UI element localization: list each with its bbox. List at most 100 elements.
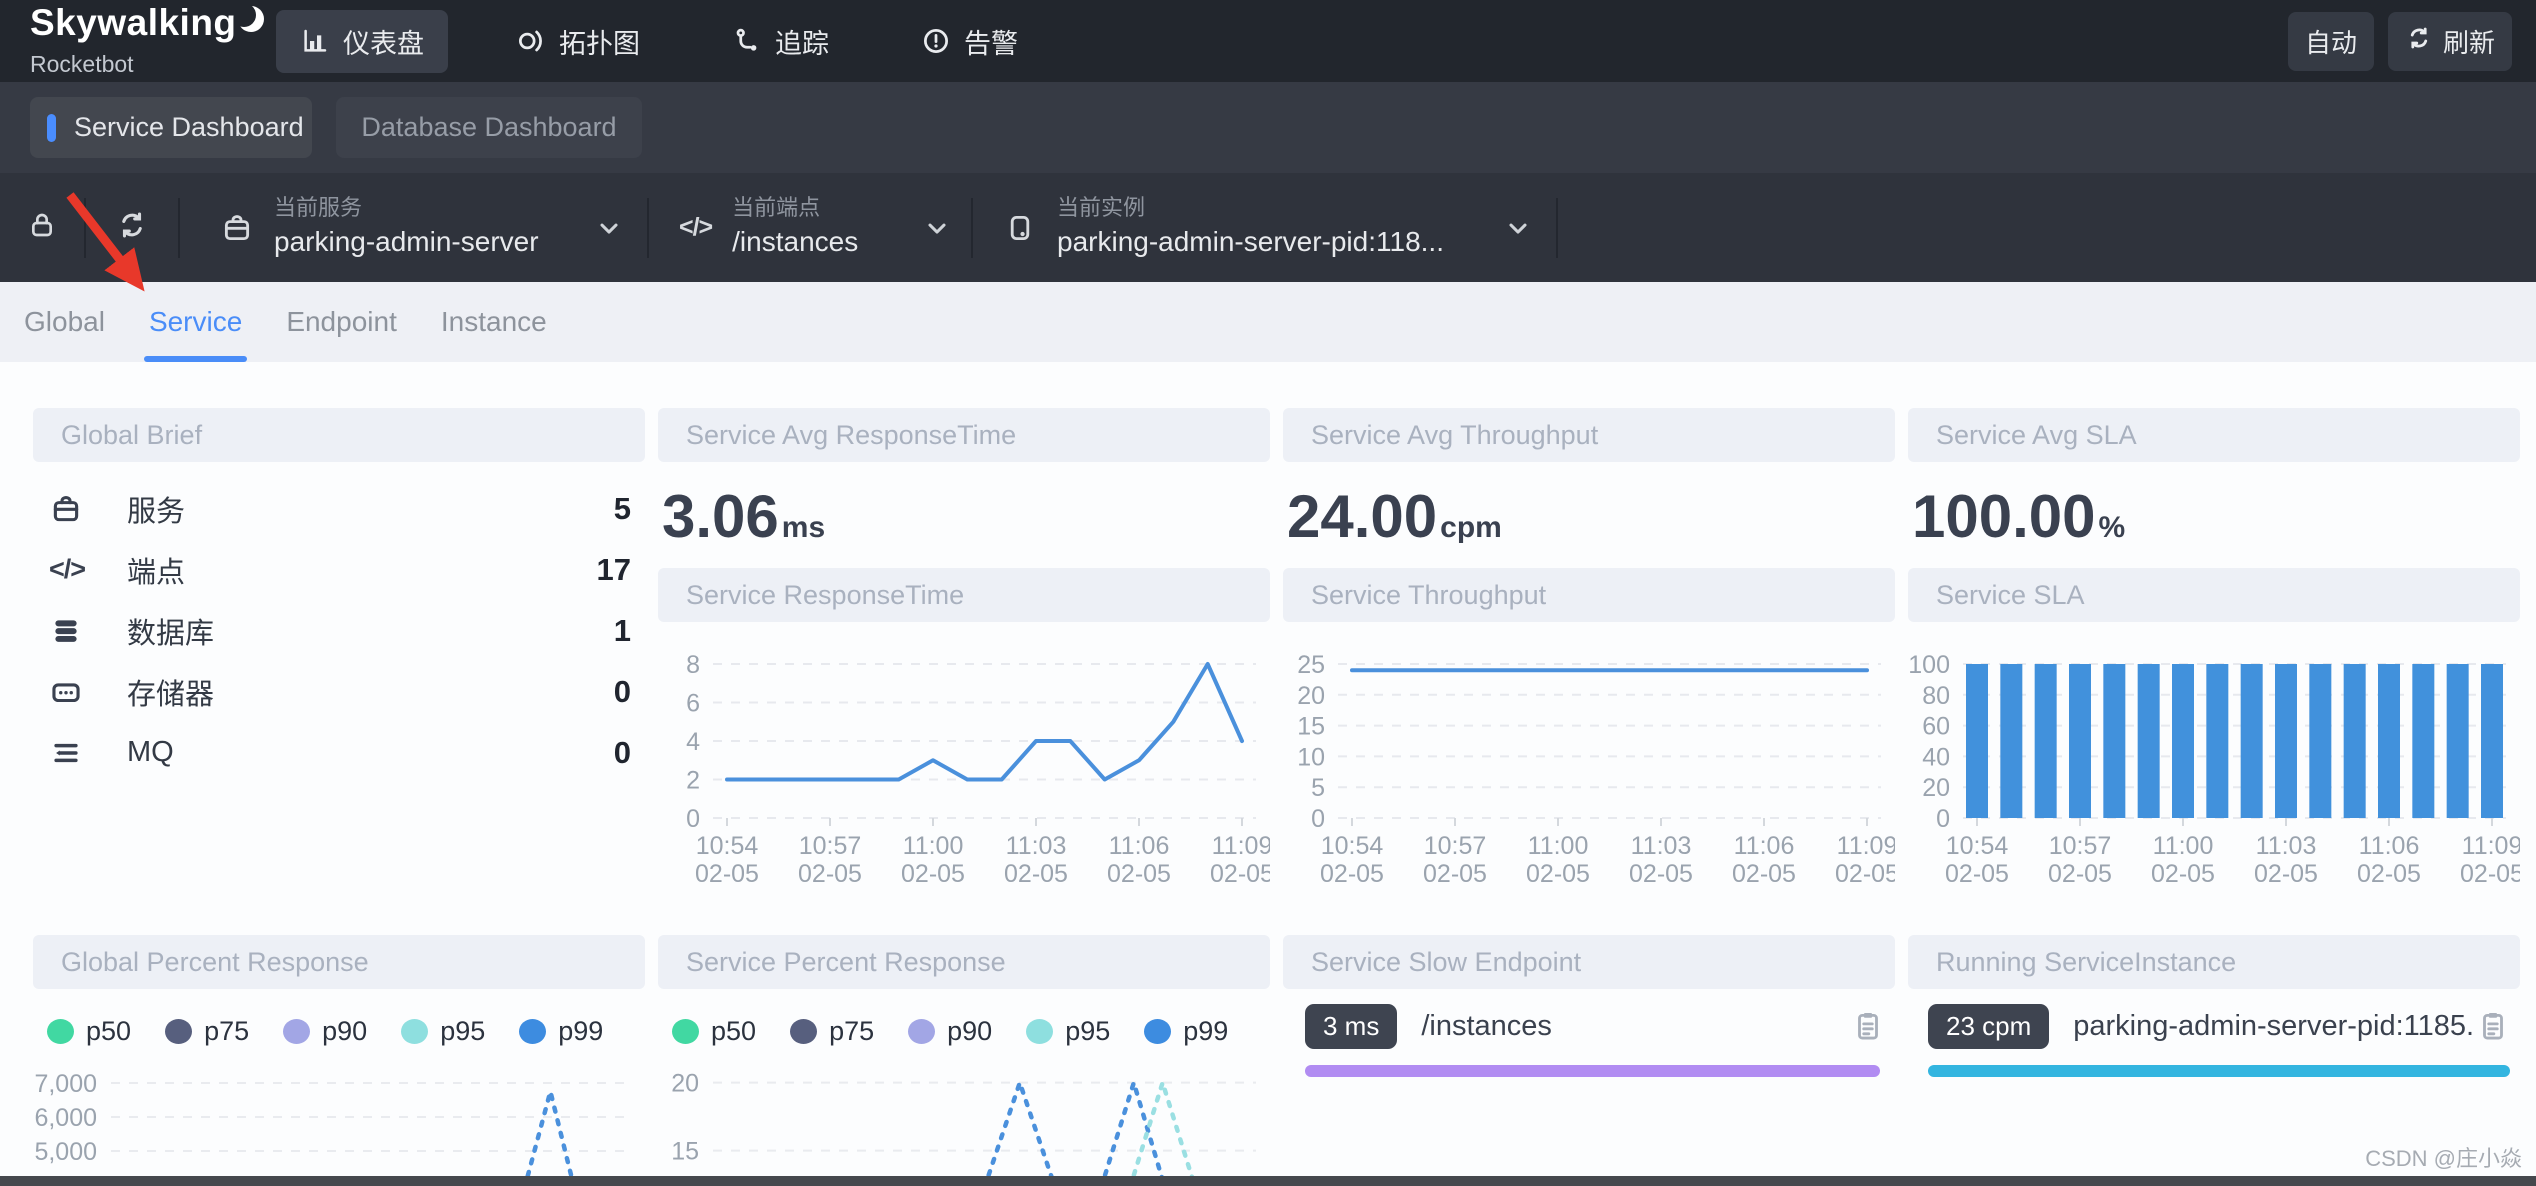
svg-text:02-05: 02-05 — [695, 860, 759, 888]
card-header: Service Avg SLA — [1908, 408, 2520, 462]
scope-tab-instance[interactable]: Instance — [441, 282, 547, 362]
svg-text:100: 100 — [1908, 651, 1950, 679]
refresh-icon — [2405, 24, 2433, 59]
svg-text:11:06: 11:06 — [1734, 832, 1795, 860]
service-throughput-card: Service Avg Throughput 24.00 cpm Service… — [1283, 408, 1895, 897]
selector-bar: 当前服务 parking-admin-server </> 当前端点 /inst… — [0, 173, 2536, 282]
instance-name: parking-admin-server-pid:1185... — [2073, 1010, 2476, 1043]
brand-logo[interactable]: Skywalking Rocketbot — [30, 4, 262, 78]
topology-icon — [516, 26, 546, 56]
svg-text:10:57: 10:57 — [2049, 832, 2112, 860]
card-header: Service Percent Response — [658, 935, 1270, 989]
svg-text:6: 6 — [686, 690, 700, 718]
slow-endpoint-row: 3 ms /instances — [1305, 1001, 1885, 1051]
legend-item-p75[interactable]: p75 — [790, 1016, 874, 1047]
svg-text:02-05: 02-05 — [1629, 860, 1693, 888]
refresh-icon — [115, 208, 149, 247]
card-header: Global Percent Response — [33, 935, 645, 989]
percentile-legend: p50 p75 p90 p95 p99 — [47, 1015, 645, 1047]
brief-row-endpoint: </> 端点 17 — [33, 539, 645, 600]
nav-item-trace[interactable]: 追踪 — [708, 10, 853, 73]
service-response-time-chart: 0246810:5402-0510:5702-0511:0002-0511:03… — [658, 632, 1270, 897]
auto-refresh-button[interactable]: 自动 — [2288, 12, 2374, 71]
cpm-badge: 23 cpm — [1928, 1004, 2049, 1049]
p75-dot — [790, 1019, 817, 1044]
chevron-down-icon[interactable] — [1504, 214, 1532, 242]
scope-tab-endpoint[interactable]: Endpoint — [286, 282, 397, 362]
scope-tab-global[interactable]: Global — [24, 282, 105, 362]
legend-item-p99[interactable]: p99 — [1144, 1016, 1228, 1047]
trace-icon — [732, 26, 762, 56]
p99-dot — [1144, 1019, 1171, 1044]
svg-text:10:54: 10:54 — [696, 832, 759, 860]
top-nav: Skywalking Rocketbot 仪表盘 拓扑图 追踪 告警 自动 刷新 — [0, 0, 2536, 82]
tab-database-dashboard[interactable]: Database Dashboard — [336, 97, 642, 158]
svg-text:02-05: 02-05 — [2357, 860, 2421, 888]
nav-item-topology[interactable]: 拓扑图 — [492, 10, 664, 73]
svg-text:5: 5 — [1311, 774, 1325, 802]
nav-item-alarm[interactable]: 告警 — [897, 10, 1042, 73]
brief-row-mq: MQ 0 — [33, 722, 645, 783]
svg-text:02-05: 02-05 — [798, 860, 862, 888]
legend-item-p75[interactable]: p75 — [165, 1016, 249, 1047]
lock-button[interactable] — [0, 173, 84, 282]
svg-text:8: 8 — [686, 651, 700, 679]
svg-text:25: 25 — [1297, 651, 1325, 679]
legend-item-p90[interactable]: p90 — [283, 1016, 367, 1047]
p95-dot — [401, 1019, 428, 1044]
brand-subtitle: Rocketbot — [30, 51, 262, 78]
running-instance-row: 23 cpm parking-admin-server-pid:1185... — [1928, 1001, 2510, 1051]
selector-value: /instances — [732, 223, 905, 261]
selector-label: 当前服务 — [274, 194, 577, 223]
svg-text:15: 15 — [671, 1138, 699, 1166]
percentile-legend: p50 p75 p90 p95 p99 — [672, 1015, 1270, 1047]
svg-text:11:09: 11:09 — [2462, 832, 2520, 860]
nav-item-label: 追踪 — [775, 22, 829, 61]
divider — [1556, 198, 1558, 258]
legend-item-p50[interactable]: p50 — [47, 1016, 131, 1047]
service-percent-response-chart: 2015 — [658, 1065, 1270, 1186]
avg-throughput-value: 24.00 cpm — [1287, 482, 1895, 558]
tab-label: Database Dashboard — [361, 112, 616, 143]
chevron-down-icon[interactable] — [595, 214, 623, 242]
clipboard-icon[interactable] — [2476, 1009, 2510, 1043]
brand-title: Skywalking — [30, 4, 237, 41]
legend-item-p90[interactable]: p90 — [908, 1016, 992, 1047]
current-endpoint-selector[interactable]: </> 当前端点 /instances — [649, 173, 971, 282]
svg-text:0: 0 — [686, 805, 700, 833]
selector-label: 当前实例 — [1057, 194, 1486, 223]
nav-item-label: 仪表盘 — [343, 22, 424, 61]
svg-text:60: 60 — [1922, 713, 1950, 741]
nav-actions: 自动 刷新 — [2288, 12, 2512, 71]
clipboard-icon[interactable] — [1851, 1009, 1885, 1043]
card-header: Service ResponseTime — [658, 568, 1270, 622]
p99-dot — [519, 1019, 546, 1044]
tab-service-dashboard[interactable]: Service Dashboard — [30, 97, 312, 158]
reload-selectors-button[interactable] — [86, 173, 178, 282]
svg-text:11:03: 11:03 — [2256, 832, 2317, 860]
service-throughput-chart: 051015202510:5402-0510:5702-0511:0002-05… — [1283, 632, 1895, 897]
global-brief-list: 服务 5 </> 端点 17 数据库 1 存储器 0 — [33, 478, 645, 783]
card-header: Service Avg Throughput — [1283, 408, 1895, 462]
current-instance-selector[interactable]: 当前实例 parking-admin-server-pid:118... — [973, 173, 1556, 282]
alarm-icon — [921, 26, 951, 56]
legend-item-p95[interactable]: p95 — [401, 1016, 485, 1047]
svg-text:11:09: 11:09 — [1837, 832, 1895, 860]
card-header: Service Avg ResponseTime — [658, 408, 1270, 462]
current-service-selector[interactable]: 当前服务 parking-admin-server — [180, 173, 647, 282]
card-header: Global Brief — [33, 408, 645, 462]
svg-text:4: 4 — [686, 728, 700, 756]
mq-icon — [49, 736, 87, 770]
legend-item-p95[interactable]: p95 — [1026, 1016, 1110, 1047]
card-header: Running ServiceInstance — [1908, 935, 2520, 989]
endpoint-icon: </> — [49, 554, 87, 585]
legend-item-p99[interactable]: p99 — [519, 1016, 603, 1047]
chevron-down-icon[interactable] — [923, 214, 951, 242]
svg-text:6,000: 6,000 — [34, 1104, 97, 1132]
refresh-button[interactable]: 刷新 — [2388, 12, 2512, 71]
card-header: Service SLA — [1908, 568, 2520, 622]
svg-text:20: 20 — [671, 1070, 699, 1098]
legend-item-p50[interactable]: p50 — [672, 1016, 756, 1047]
nav-item-dashboard[interactable]: 仪表盘 — [276, 10, 448, 73]
scope-tab-service[interactable]: Service — [149, 282, 242, 362]
